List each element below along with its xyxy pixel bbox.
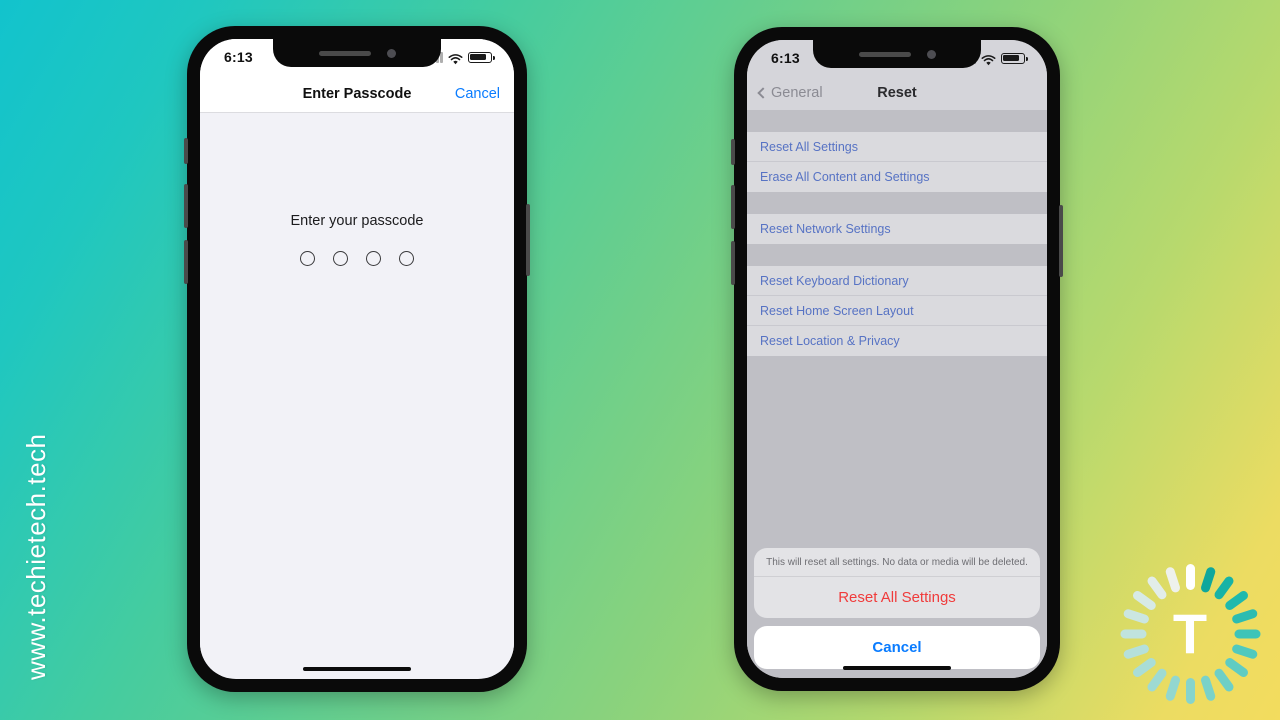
- settings-group-3: Reset Keyboard Dictionary Reset Home Scr…: [747, 266, 1047, 356]
- earpiece-speaker-icon: [318, 50, 371, 56]
- battery-icon: [468, 51, 495, 63]
- logo-ray: [1230, 643, 1258, 660]
- logo-ray: [1199, 566, 1216, 594]
- action-sheet-group: This will reset all settings. No data or…: [754, 548, 1040, 618]
- action-sheet-cancel-button[interactable]: Cancel: [754, 626, 1040, 669]
- power-button[interactable]: [526, 204, 530, 276]
- logo-ray: [1145, 666, 1168, 694]
- left-phone-screen: 6:13 Enter Passcode Cancel Enter your pa…: [200, 39, 514, 679]
- list-item-reset-keyboard-dictionary[interactable]: Reset Keyboard Dictionary: [747, 266, 1047, 296]
- list-gap: [747, 244, 1047, 266]
- volume-up-button[interactable]: [184, 184, 188, 228]
- mute-switch[interactable]: [731, 139, 735, 165]
- front-camera-icon: [386, 48, 396, 58]
- mute-switch[interactable]: [184, 138, 188, 164]
- logo-ray: [1122, 608, 1150, 625]
- action-sheet-message: This will reset all settings. No data or…: [754, 548, 1040, 577]
- page-title: Reset: [877, 85, 917, 101]
- passcode-prompt: Enter your passcode: [290, 213, 424, 229]
- logo-ray: [1222, 589, 1250, 612]
- page-title: Enter Passcode: [302, 85, 412, 102]
- logo-ray: [1130, 656, 1158, 679]
- logo-letter: T: [1172, 602, 1208, 665]
- list-item-reset-all-settings[interactable]: Reset All Settings: [747, 132, 1047, 162]
- passcode-body: Enter your passcode: [200, 113, 514, 678]
- battery-icon: [1001, 52, 1028, 64]
- settings-group-2: Reset Network Settings: [747, 214, 1047, 244]
- right-nav-bar: General Reset: [747, 76, 1047, 110]
- back-button-general[interactable]: General: [757, 85, 823, 101]
- techietech-logo: T: [1116, 560, 1264, 708]
- wifi-icon: [981, 53, 996, 65]
- list-item-reset-location-privacy[interactable]: Reset Location & Privacy: [747, 326, 1047, 356]
- logo-ray: [1120, 629, 1146, 639]
- phone-left: 6:13 Enter Passcode Cancel Enter your pa…: [184, 26, 530, 692]
- logo-ray: [1222, 656, 1250, 679]
- list-gap: [747, 192, 1047, 214]
- passcode-dots[interactable]: [300, 251, 414, 266]
- list-item-reset-network-settings[interactable]: Reset Network Settings: [747, 214, 1047, 244]
- cancel-button[interactable]: Cancel: [455, 86, 500, 102]
- status-time: 6:13: [771, 50, 800, 66]
- right-phone-screen: 6:13 General Reset Reset All Settings Er…: [747, 40, 1047, 678]
- passcode-dot: [399, 251, 414, 266]
- passcode-dot: [333, 251, 348, 266]
- phone-right: 6:13 General Reset Reset All Settings Er…: [731, 27, 1063, 691]
- volume-up-button[interactable]: [731, 185, 735, 229]
- notch: [813, 40, 981, 68]
- chevron-left-icon: [757, 87, 769, 99]
- logo-ray: [1185, 564, 1195, 590]
- status-time: 6:13: [224, 49, 253, 65]
- back-button-label: General: [771, 85, 823, 101]
- logo-ray: [1199, 674, 1216, 702]
- left-nav-bar: Enter Passcode Cancel: [200, 75, 514, 113]
- list-item-reset-home-screen-layout[interactable]: Reset Home Screen Layout: [747, 296, 1047, 326]
- logo-ray: [1164, 566, 1181, 594]
- front-camera-icon: [926, 49, 936, 59]
- passcode-dot: [366, 251, 381, 266]
- reset-settings-list[interactable]: Reset All Settings Erase All Content and…: [747, 110, 1047, 678]
- logo-ray: [1185, 678, 1195, 704]
- reset-all-settings-button[interactable]: Reset All Settings: [754, 577, 1040, 618]
- logo-ray: [1122, 643, 1150, 660]
- list-gap: [747, 110, 1047, 132]
- home-indicator[interactable]: [303, 667, 411, 671]
- logo-ray: [1164, 674, 1181, 702]
- settings-group-1: Reset All Settings Erase All Content and…: [747, 132, 1047, 192]
- home-indicator[interactable]: [843, 666, 951, 670]
- logo-ray: [1130, 589, 1158, 612]
- site-watermark: www.techietech.tech: [21, 433, 51, 680]
- logo-ray: [1234, 629, 1260, 639]
- earpiece-speaker-icon: [858, 51, 911, 57]
- logo-ray: [1212, 666, 1235, 694]
- power-button[interactable]: [1059, 205, 1063, 277]
- list-item-erase-all-content[interactable]: Erase All Content and Settings: [747, 162, 1047, 192]
- action-sheet: This will reset all settings. No data or…: [754, 548, 1040, 669]
- passcode-dot: [300, 251, 315, 266]
- volume-down-button[interactable]: [184, 240, 188, 284]
- volume-down-button[interactable]: [731, 241, 735, 285]
- logo-ray: [1230, 608, 1258, 625]
- wifi-icon: [448, 52, 463, 64]
- notch: [273, 39, 441, 67]
